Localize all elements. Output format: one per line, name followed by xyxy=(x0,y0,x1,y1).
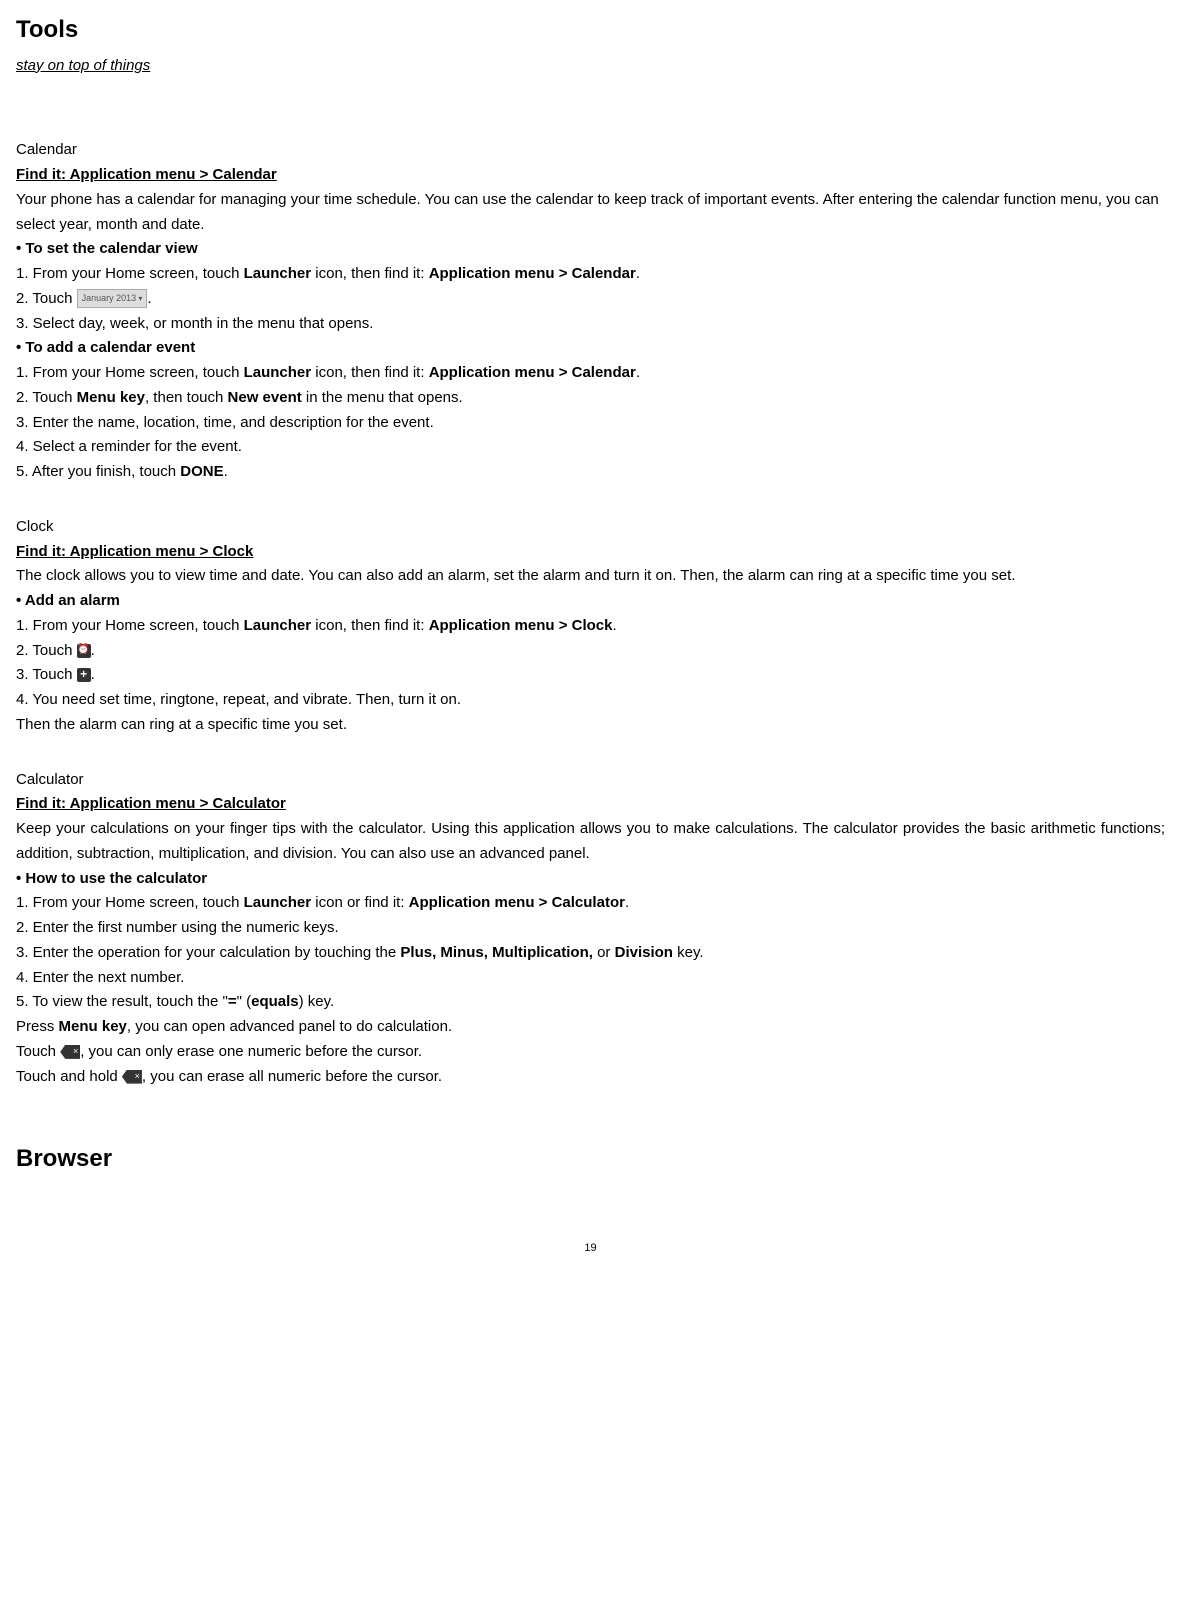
clock-note: Then the alarm can ring at a specific ti… xyxy=(16,713,1165,738)
menukey-label: Menu key xyxy=(59,1018,127,1035)
calendar-set-view-title: • To set the calendar view xyxy=(16,237,1165,262)
text: 1. From your Home screen, touch xyxy=(16,364,244,381)
month-dropdown-icon: January 2013 xyxy=(77,289,148,308)
calendar-addevent-step5: 5. After you finish, touch DONE. xyxy=(16,460,1165,485)
path-label: Application menu > Calendar xyxy=(429,265,636,282)
text: Press xyxy=(16,1018,59,1035)
calc-press: Press Menu key, you can open advanced pa… xyxy=(16,1015,1165,1040)
calc-step4: 4. Enter the next number. xyxy=(16,966,1165,991)
launcher-label: Launcher xyxy=(244,617,312,634)
calculator-findit: Find it: Application menu > Calculator xyxy=(16,792,1165,817)
backspace-icon: × xyxy=(122,1070,142,1084)
calc-step2: 2. Enter the first number using the nume… xyxy=(16,916,1165,941)
equals-label: equals xyxy=(251,993,299,1010)
page-title: Tools xyxy=(16,10,1165,50)
clock-findit: Find it: Application menu > Clock xyxy=(16,540,1165,565)
text: . xyxy=(91,666,95,683)
text: , you can only erase one numeric before … xyxy=(80,1043,422,1060)
text: . xyxy=(612,617,616,634)
text: , then touch xyxy=(145,389,228,406)
launcher-label: Launcher xyxy=(244,364,312,381)
clock-heading: Clock xyxy=(16,515,1165,540)
calendar-addevent-step2: 2. Touch Menu key, then touch New event … xyxy=(16,386,1165,411)
calc-touch1: Touch ×, you can only erase one numeric … xyxy=(16,1040,1165,1065)
calendar-findit: Find it: Application menu > Calendar xyxy=(16,163,1165,188)
calc-touch2: Touch and hold ×, you can erase all nume… xyxy=(16,1065,1165,1090)
plus-icon: + xyxy=(77,668,91,682)
page-number: 19 xyxy=(16,1239,1165,1257)
text: icon, then find it: xyxy=(311,617,429,634)
text: " ( xyxy=(237,993,252,1010)
text: , you can erase all numeric before the c… xyxy=(142,1068,442,1085)
ops-label: Plus, Minus, Multiplication, xyxy=(400,944,593,961)
text: Touch and hold xyxy=(16,1068,122,1085)
calendar-heading: Calendar xyxy=(16,138,1165,163)
text: 3. Enter the operation for your calculat… xyxy=(16,944,400,961)
text: , you can open advanced panel to do calc… xyxy=(127,1018,452,1035)
browser-heading: Browser xyxy=(16,1139,1165,1179)
text: . xyxy=(625,894,629,911)
launcher-label: Launcher xyxy=(244,894,312,911)
text: Touch xyxy=(16,1043,60,1060)
text: icon or find it: xyxy=(311,894,409,911)
clock-intro: The clock allows you to view time and da… xyxy=(16,564,1165,589)
done-label: DONE xyxy=(180,463,223,480)
text: . xyxy=(147,290,151,307)
text: . xyxy=(636,265,640,282)
clock-step4: 4. You need set time, ringtone, repeat, … xyxy=(16,688,1165,713)
text: icon, then find it: xyxy=(311,265,429,282)
clock-step1: 1. From your Home screen, touch Launcher… xyxy=(16,614,1165,639)
text: ) key. xyxy=(299,993,335,1010)
text: . xyxy=(224,463,228,480)
text: 3. Touch xyxy=(16,666,77,683)
text: 1. From your Home screen, touch xyxy=(16,617,244,634)
text: 2. Touch xyxy=(16,290,77,307)
text: 2. Touch xyxy=(16,389,77,406)
calendar-addevent-step1: 1. From your Home screen, touch Launcher… xyxy=(16,361,1165,386)
calc-step3: 3. Enter the operation for your calculat… xyxy=(16,941,1165,966)
text: in the menu that opens. xyxy=(302,389,463,406)
calculator-heading: Calculator xyxy=(16,768,1165,793)
page-subtitle: stay on top of things xyxy=(16,54,1165,79)
text: 1. From your Home screen, touch xyxy=(16,894,244,911)
menukey-label: Menu key xyxy=(77,389,145,406)
clock-step2: 2. Touch ⏰. xyxy=(16,639,1165,664)
path-label: Application menu > Calendar xyxy=(429,364,636,381)
path-label: Application menu > Clock xyxy=(429,617,613,634)
text: key. xyxy=(673,944,704,961)
calendar-add-event-title: • To add a calendar event xyxy=(16,336,1165,361)
text: . xyxy=(91,642,95,659)
text: . xyxy=(636,364,640,381)
alarm-icon: ⏰ xyxy=(77,644,91,658)
path-label: Application menu > Calculator xyxy=(409,894,625,911)
calculator-howto-title: • How to use the calculator xyxy=(16,867,1165,892)
clock-add-alarm-title: • Add an alarm xyxy=(16,589,1165,614)
calendar-intro: Your phone has a calendar for managing y… xyxy=(16,188,1165,238)
calendar-addevent-step4: 4. Select a reminder for the event. xyxy=(16,435,1165,460)
equals-symbol: = xyxy=(228,993,237,1010)
calendar-setview-step2: 2. Touch January 2013. xyxy=(16,287,1165,312)
text: icon, then find it: xyxy=(311,364,429,381)
text: or xyxy=(593,944,615,961)
calc-step1: 1. From your Home screen, touch Launcher… xyxy=(16,891,1165,916)
text: 5. After you finish, touch xyxy=(16,463,180,480)
calc-step5: 5. To view the result, touch the "=" (eq… xyxy=(16,990,1165,1015)
calendar-setview-step1: 1. From your Home screen, touch Launcher… xyxy=(16,262,1165,287)
clock-step3: 3. Touch +. xyxy=(16,663,1165,688)
text: 5. To view the result, touch the " xyxy=(16,993,228,1010)
text: 1. From your Home screen, touch xyxy=(16,265,244,282)
calculator-intro: Keep your calculations on your finger ti… xyxy=(16,817,1165,867)
launcher-label: Launcher xyxy=(244,265,312,282)
text: 2. Touch xyxy=(16,642,77,659)
calendar-addevent-step3: 3. Enter the name, location, time, and d… xyxy=(16,411,1165,436)
backspace-icon: × xyxy=(60,1045,80,1059)
calendar-setview-step3: 3. Select day, week, or month in the men… xyxy=(16,312,1165,337)
newevent-label: New event xyxy=(228,389,302,406)
division-label: Division xyxy=(615,944,673,961)
